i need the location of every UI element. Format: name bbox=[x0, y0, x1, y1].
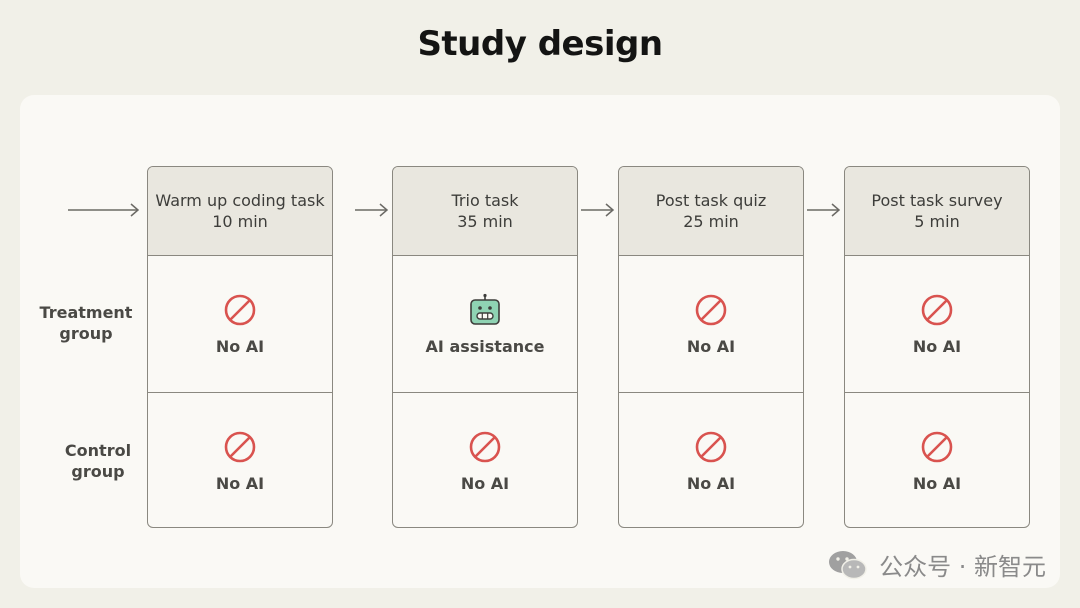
cell-label: No AI bbox=[215, 473, 265, 493]
cell-label: No AI bbox=[215, 336, 265, 356]
column-title: Trio task bbox=[451, 191, 519, 210]
no-ai-icon bbox=[695, 294, 727, 325]
column-warm-up: Warm up coding task 10 min No AI No AI bbox=[147, 166, 333, 528]
no-ai-icon bbox=[469, 431, 501, 462]
column-duration: 25 min bbox=[683, 212, 739, 231]
no-ai-icon bbox=[224, 431, 256, 462]
column-duration: 35 min bbox=[457, 212, 513, 231]
treatment-cell: No AI bbox=[619, 256, 803, 392]
column-header: Post task quiz 25 min bbox=[619, 167, 803, 256]
row-label-control-text: Control group bbox=[64, 441, 132, 481]
wechat-icon bbox=[829, 550, 867, 579]
treatment-cell: No AI bbox=[148, 256, 332, 392]
column-header: Post task survey 5 min bbox=[845, 167, 1029, 256]
column-title: Warm up coding task bbox=[155, 191, 325, 210]
flow-arrow-1 bbox=[355, 203, 389, 217]
control-cell: No AI bbox=[393, 392, 577, 527]
control-cell: No AI bbox=[148, 392, 332, 527]
column-post-task-quiz: Post task quiz 25 min No AI No AI bbox=[618, 166, 804, 528]
column-post-task-survey: Post task survey 5 min No AI No AI bbox=[844, 166, 1030, 528]
row-label-treatment: Treatment group bbox=[36, 302, 136, 344]
column-duration: 5 min bbox=[914, 212, 960, 231]
cell-label: No AI bbox=[460, 473, 510, 493]
no-ai-icon bbox=[921, 294, 953, 325]
cell-label: No AI bbox=[686, 473, 736, 493]
no-ai-icon bbox=[921, 431, 953, 462]
cell-label: No AI bbox=[686, 336, 736, 356]
column-header: Trio task 35 min bbox=[393, 167, 577, 256]
row-label-control: Control group bbox=[48, 440, 148, 482]
cell-label: No AI bbox=[912, 336, 962, 356]
column-duration: 10 min bbox=[212, 212, 268, 231]
column-title: Post task quiz bbox=[655, 191, 767, 210]
treatment-cell: AI assistance bbox=[393, 256, 577, 392]
row-label-treatment-text: Treatment group bbox=[39, 303, 133, 343]
treatment-cell: No AI bbox=[845, 256, 1029, 392]
watermark-text: 公众号 · 新智元 bbox=[879, 553, 1046, 581]
no-ai-icon bbox=[224, 294, 256, 325]
column-title: Post task survey bbox=[871, 191, 1003, 210]
flow-arrow-3 bbox=[807, 203, 841, 217]
robot-icon bbox=[470, 293, 500, 325]
cell-label: No AI bbox=[912, 473, 962, 493]
watermark: 公众号 · 新智元 bbox=[827, 547, 1046, 582]
cell-label: AI assistance bbox=[425, 336, 545, 356]
entry-arrow bbox=[68, 203, 140, 217]
control-cell: No AI bbox=[619, 392, 803, 527]
page-title: Study design bbox=[417, 24, 663, 64]
control-cell: No AI bbox=[845, 392, 1029, 527]
flow-arrow-2 bbox=[581, 203, 615, 217]
column-header: Warm up coding task 10 min bbox=[148, 167, 332, 256]
no-ai-icon bbox=[695, 431, 727, 462]
column-trio-task: Trio task 35 min AI assistance No AI bbox=[392, 166, 578, 528]
